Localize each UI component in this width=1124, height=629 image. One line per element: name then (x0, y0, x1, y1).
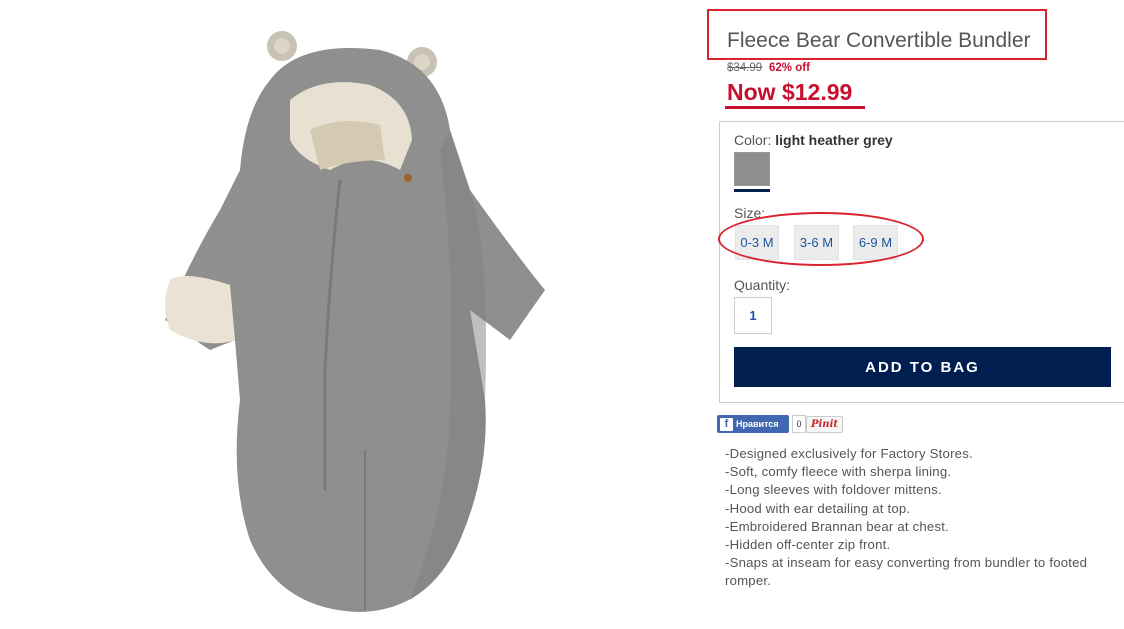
add-to-bag-button[interactable]: ADD TO BAG (734, 347, 1111, 387)
fleece-bundler-photo-icon (165, 31, 545, 612)
size-option-6-9m[interactable]: 6-9 M (853, 225, 898, 260)
color-label-text: Color: (734, 132, 772, 148)
description-item: -Long sleeves with foldover mittens. (725, 482, 942, 498)
original-price: $34.99 (727, 62, 763, 74)
pinterest-pin-button[interactable]: Pinit (806, 416, 843, 433)
description-item: -Embroidered Brannan bear at chest. (725, 518, 949, 534)
facebook-icon: f (720, 417, 733, 431)
facebook-like-button[interactable]: f Нравится (717, 415, 789, 433)
color-value: light heather grey (775, 132, 893, 148)
sale-price-underline (725, 106, 865, 109)
product-image[interactable] (150, 20, 570, 620)
color-swatch-light-heather-grey[interactable] (734, 152, 770, 186)
selected-swatch-indicator (734, 189, 770, 192)
product-description-list: -Designed exclusively for Factory Stores… (725, 445, 1115, 591)
facebook-like-count: 0 (792, 415, 806, 433)
description-item: -Soft, comfy fleece with sherpa lining. (725, 464, 952, 480)
size-label: Size: (734, 205, 766, 221)
facebook-like-label: Нравится (736, 419, 779, 429)
discount-badge: 62% off (769, 62, 810, 74)
sale-price: Now $12.99 (727, 79, 853, 105)
quantity-label: Quantity: (734, 277, 791, 293)
description-item: -Hidden off-center zip front. (725, 537, 891, 553)
size-option-0-3m[interactable]: 0-3 M (735, 225, 779, 260)
size-option-3-6m[interactable]: 3-6 M (794, 225, 839, 260)
quantity-input[interactable]: 1 (734, 297, 772, 334)
description-item: -Hood with ear detailing at top. (725, 500, 911, 516)
description-item: -Designed exclusively for Factory Stores… (725, 446, 973, 461)
color-label: Color: light heather grey (734, 132, 893, 148)
description-item: -Snaps at inseam for easy converting fro… (725, 555, 1088, 589)
product-title: Fleece Bear Convertible Bundler (727, 29, 1031, 52)
